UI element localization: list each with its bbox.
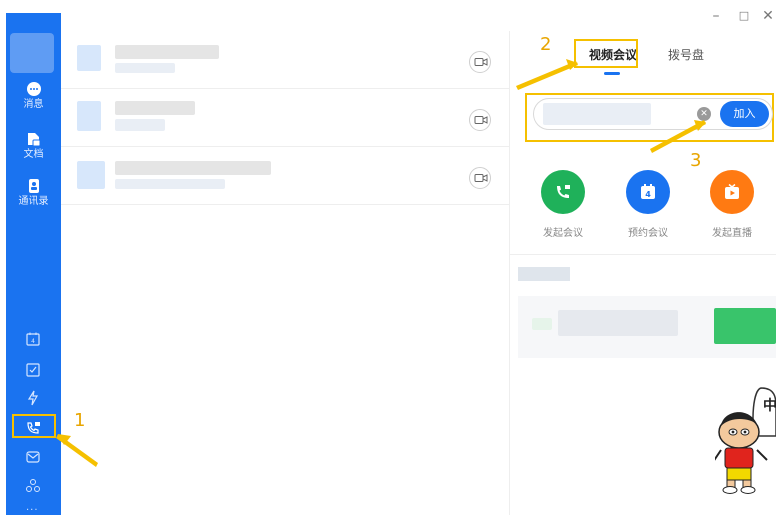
annotation-step-1: 1 [74, 410, 86, 431]
cartoon-bubble-text: 中 [763, 398, 776, 414]
annotation-arrows [56, 59, 706, 467]
annotation-step-2: 2 [540, 34, 552, 55]
highlight-box-sidebar [12, 414, 56, 438]
annotation-step-3: 3 [690, 150, 702, 171]
